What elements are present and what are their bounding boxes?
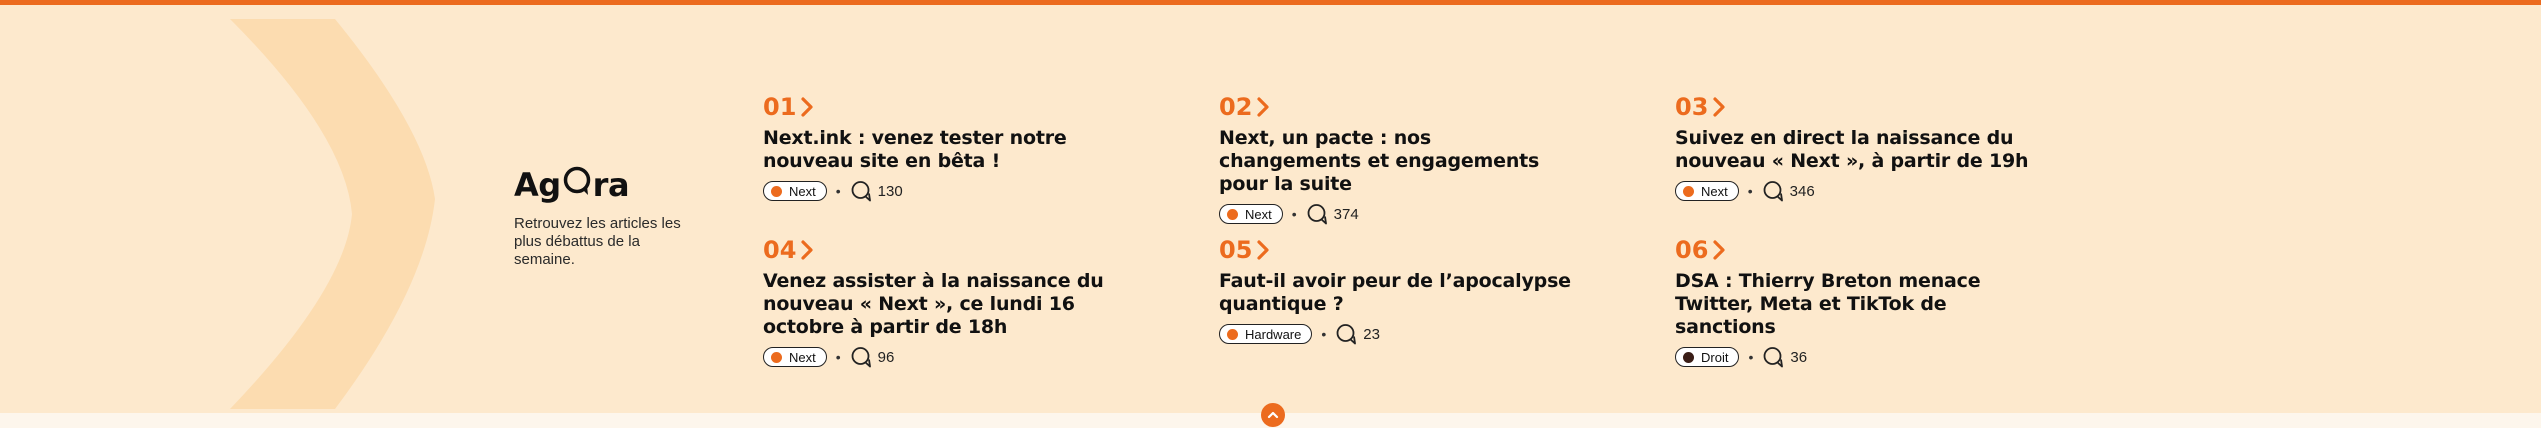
article-number-text: 04	[763, 236, 797, 264]
article-number-text: 03	[1675, 93, 1709, 121]
comment-count: 346	[1789, 182, 1815, 200]
comment-bubble-icon	[1336, 324, 1357, 345]
article-number: 05	[1219, 236, 1579, 264]
chevron-right-icon	[1257, 240, 1270, 260]
comment-count: 23	[1363, 325, 1380, 343]
comment-bubble-icon	[851, 181, 871, 202]
logo-text-prefix: Ag	[514, 166, 561, 204]
agora-logo: Ag ra	[514, 165, 714, 205]
chevron-right-icon	[801, 240, 814, 260]
tag-dot-icon	[1683, 351, 1694, 363]
article-meta: Droit • 36	[1675, 346, 2035, 368]
agora-section: Ag ra Retrouvez les articles les plus dé…	[0, 5, 2541, 413]
meta-separator: •	[1291, 206, 1297, 222]
article-number: 03	[1675, 93, 2035, 121]
article-title-link[interactable]: Faut-il avoir peur de l’apocalypse quant…	[1219, 270, 1579, 316]
comment-count: 96	[877, 348, 895, 366]
tag-dot-icon	[1227, 328, 1238, 340]
category-tag[interactable]: Next	[763, 181, 827, 201]
meta-separator: •	[1321, 326, 1327, 342]
chevron-decoration-icon	[230, 19, 435, 409]
logo-text-suffix: ra	[592, 166, 630, 204]
chevron-right-icon	[801, 97, 814, 117]
agora-tagline: Retrouvez les articles les plus débattus…	[514, 215, 681, 268]
comments-link[interactable]: 374	[1306, 203, 1359, 225]
article-number-text: 05	[1219, 236, 1253, 264]
tag-label: Next	[789, 183, 816, 199]
tag-label: Next	[1701, 183, 1728, 199]
comments-link[interactable]: 346	[1762, 180, 1815, 202]
category-tag[interactable]: Next	[1675, 181, 1739, 201]
article-meta: Next • 130	[763, 180, 1123, 202]
article-number-text: 01	[763, 93, 797, 121]
tag-dot-icon	[771, 185, 782, 197]
tag-label: Next	[1245, 206, 1272, 222]
article-card: 01 Next.ink : venez tester notre nouveau…	[763, 93, 1123, 202]
tag-label: Droit	[1701, 349, 1729, 365]
category-tag[interactable]: Next	[763, 347, 827, 367]
category-tag[interactable]: Droit	[1675, 347, 1740, 367]
article-meta: Next • 374	[1219, 203, 1579, 225]
chevron-right-icon	[1257, 97, 1270, 117]
article-card: 03 Suivez en direct la naissance du nouv…	[1675, 93, 2035, 202]
tag-label: Hardware	[1245, 326, 1302, 342]
article-title-link[interactable]: Suivez en direct la naissance du nouveau…	[1675, 127, 2035, 173]
chevron-up-icon	[1267, 411, 1279, 419]
comment-count: 36	[1790, 348, 1808, 366]
comments-link[interactable]: 96	[850, 346, 895, 368]
meta-separator: •	[1748, 349, 1754, 365]
comment-count: 374	[1333, 205, 1359, 223]
article-card: 05 Faut-il avoir peur de l’apocalypse qu…	[1219, 236, 1579, 345]
article-meta: Hardware • 23	[1219, 323, 1579, 345]
comment-count: 130	[877, 182, 903, 200]
article-number-text: 02	[1219, 93, 1253, 121]
article-number: 04	[763, 236, 1123, 264]
article-meta: Next • 96	[763, 346, 1123, 368]
article-title-link[interactable]: Next.ink : venez tester notre nouveau si…	[763, 127, 1123, 173]
article-title-link[interactable]: Next, un pacte : nos changements et enga…	[1219, 127, 1579, 196]
article-number-text: 06	[1675, 236, 1709, 264]
category-tag[interactable]: Next	[1219, 204, 1283, 224]
comment-bubble-icon	[851, 347, 871, 368]
article-card: 06 DSA : Thierry Breton menace Twitter, …	[1675, 236, 2035, 368]
article-number: 06	[1675, 236, 2035, 264]
category-tag[interactable]: Hardware	[1219, 324, 1313, 344]
comment-bubble-icon	[1763, 181, 1783, 202]
tag-dot-icon	[771, 351, 782, 363]
tag-dot-icon	[1227, 208, 1238, 220]
tag-label: Next	[789, 349, 816, 365]
meta-separator: •	[835, 349, 841, 365]
chevron-right-icon	[1713, 240, 1726, 260]
article-title-link[interactable]: Venez assister à la naissance du nouveau…	[763, 270, 1123, 339]
article-number: 01	[763, 93, 1123, 121]
agora-brand: Ag ra Retrouvez les articles les plus dé…	[514, 165, 714, 269]
article-meta: Next • 346	[1675, 180, 2035, 202]
article-card: 02 Next, un pacte : nos changements et e…	[1219, 93, 1579, 225]
logo-bubble-icon	[562, 165, 592, 197]
tag-dot-icon	[1683, 185, 1694, 197]
comment-bubble-icon	[1763, 347, 1784, 368]
article-title-link[interactable]: DSA : Thierry Breton menace Twitter, Met…	[1675, 270, 2035, 339]
article-number: 02	[1219, 93, 1579, 121]
comments-link[interactable]: 23	[1335, 323, 1380, 345]
comments-link[interactable]: 130	[850, 180, 903, 202]
meta-separator: •	[835, 183, 841, 199]
meta-separator: •	[1747, 183, 1753, 199]
comment-bubble-icon	[1307, 204, 1327, 225]
collapse-button[interactable]	[1261, 403, 1285, 427]
comments-link[interactable]: 36	[1762, 346, 1807, 368]
chevron-right-icon	[1713, 97, 1726, 117]
article-card: 04 Venez assister à la naissance du nouv…	[763, 236, 1123, 368]
